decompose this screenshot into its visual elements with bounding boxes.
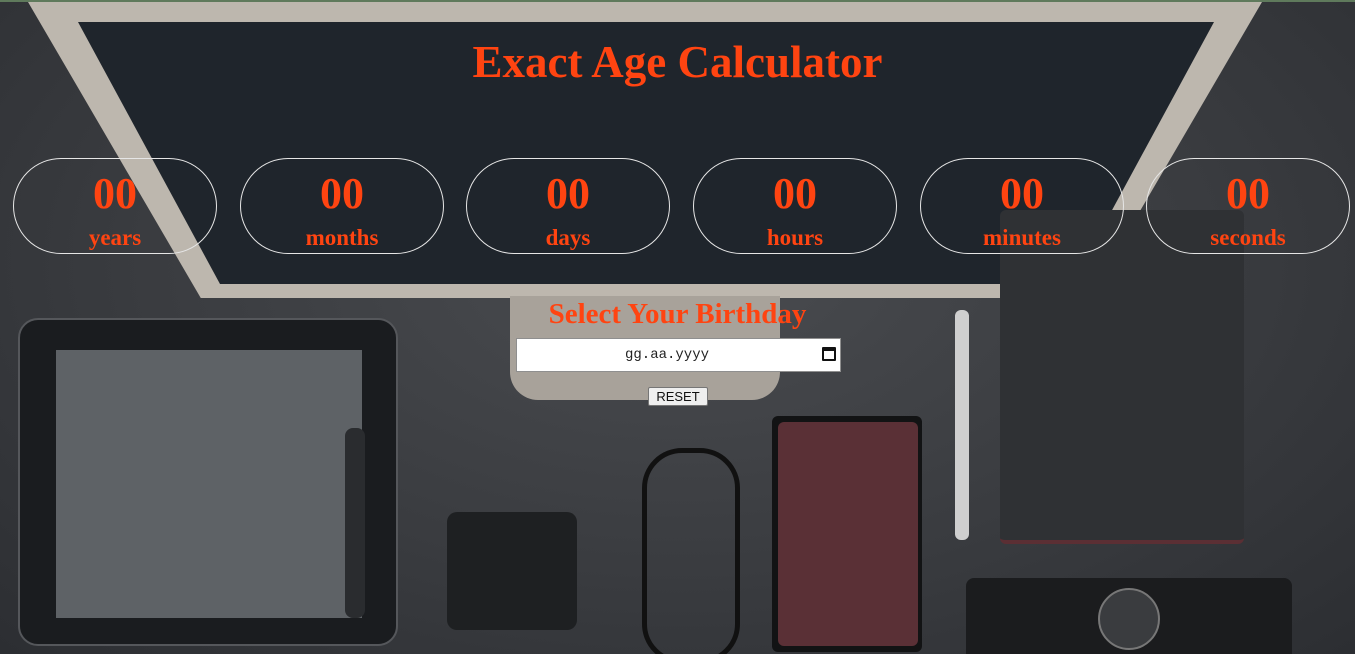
phone-stand (447, 512, 577, 630)
eyeglasses (642, 448, 740, 654)
counter-label: minutes (983, 225, 1061, 250)
birthday-label: Select Your Birthday (548, 298, 807, 330)
counter-value: 00 (1000, 169, 1044, 218)
top-border-line (0, 0, 1355, 2)
counter-value: 00 (320, 169, 364, 218)
counter-days: 00 days (466, 158, 670, 254)
birthday-date-input[interactable]: gg.aa.yyyy (516, 338, 841, 372)
counter-value: 00 (546, 169, 590, 218)
counter-minutes: 00 minutes (920, 158, 1124, 254)
counter-hours: 00 hours (693, 158, 897, 254)
counter-label: months (305, 225, 379, 250)
counter-value: 00 (1226, 169, 1270, 218)
stylus-pen (345, 428, 365, 618)
counter-label: seconds (1210, 225, 1286, 250)
tablet-device (18, 318, 398, 646)
tablet-screen (56, 350, 362, 618)
calendar-icon[interactable] (822, 347, 836, 361)
counter-label: years (88, 225, 142, 250)
counter-label: days (545, 225, 591, 250)
ballpoint-pen (955, 310, 969, 540)
reset-button[interactable]: RESET (648, 387, 708, 406)
date-placeholder[interactable]: gg.aa.yyyy (517, 339, 817, 371)
counter-years: 00 years (13, 158, 217, 254)
gadget-knob (1098, 588, 1160, 650)
closed-book (1000, 210, 1244, 544)
page-title: Exact Age Calculator (472, 37, 883, 87)
counter-value: 00 (773, 169, 817, 218)
counter-label: hours (766, 225, 824, 250)
counter-value: 00 (93, 169, 137, 218)
counter-seconds: 00 seconds (1146, 158, 1350, 254)
notebook-cover (778, 422, 918, 646)
counter-months: 00 months (240, 158, 444, 254)
